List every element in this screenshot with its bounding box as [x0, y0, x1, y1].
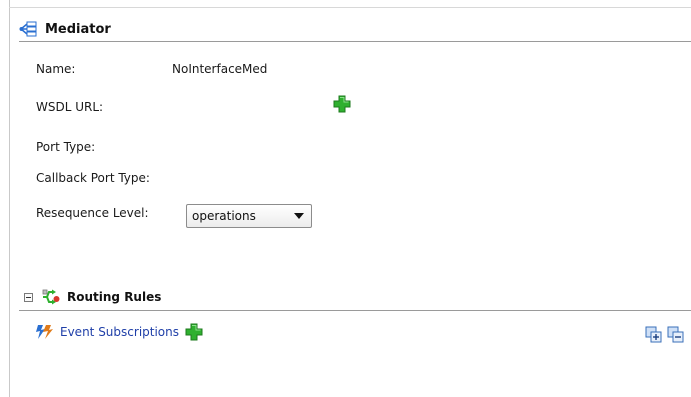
name-value: NoInterfaceMed [172, 62, 268, 76]
add-icon [333, 95, 351, 113]
mediator-icon [19, 21, 39, 37]
chevron-down-icon [294, 213, 304, 219]
resequence-level-select[interactable]: operations [186, 204, 312, 228]
routing-rules-header: Routing Rules [24, 288, 161, 306]
add-event-subscription-button[interactable] [185, 323, 203, 341]
mediator-header-divider [19, 41, 691, 42]
callback-port-type-label: Callback Port Type: [36, 171, 150, 185]
resequence-level-value: operations [192, 209, 256, 223]
wsdl-url-label: WSDL URL: [36, 100, 104, 114]
event-subscriptions-link[interactable]: Event Subscriptions [60, 325, 179, 339]
mediator-title: Mediator [45, 21, 111, 37]
routing-rules-divider [19, 310, 691, 311]
collapse-all-icon [667, 326, 684, 343]
expand-all-button[interactable] [645, 326, 663, 344]
lightning-icon [35, 323, 55, 341]
mediator-header: Mediator [19, 21, 111, 37]
frame-left-border [9, 0, 10, 397]
resequence-level-label: Resequence Level: [36, 206, 149, 220]
frame-top-border [9, 7, 691, 8]
collapse-icon[interactable] [24, 292, 33, 302]
collapse-all-button[interactable] [667, 326, 685, 344]
name-label: Name: [36, 62, 76, 76]
expand-all-icon [645, 326, 662, 343]
add-icon [185, 323, 203, 341]
routing-rules-title: Routing Rules [67, 290, 162, 304]
add-wsdl-button[interactable] [333, 95, 351, 113]
event-subscriptions-row: Event Subscriptions [35, 323, 203, 341]
port-type-label: Port Type: [36, 140, 96, 154]
routing-rules-icon [41, 288, 61, 306]
